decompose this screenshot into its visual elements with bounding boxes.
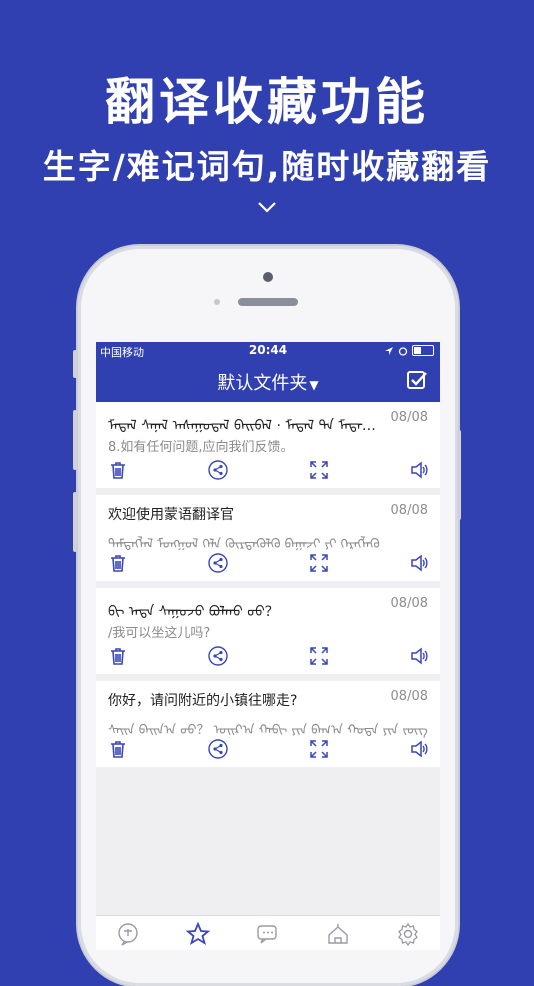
yurt-tab-icon[interactable] — [326, 922, 350, 946]
trash-icon[interactable] — [108, 460, 128, 480]
list-item[interactable]: ᠪᠢ ᠡᠨᠳᠡ ᠰᠠᠭᠤᠵᠤ ᠪᠣᠯᠬᠤ ᠤᠤ？ 08/08 /我可以坐这儿吗? — [96, 588, 440, 674]
favorites-list: ᠮᠡᠳᠡᠯ ᠰᠠᠨᠠᠯ ᠠᠰᠠᠭᠤᠳᠠᠯ ᠪᠠᠢᠪᠠᠯ · ᠮᠡᠳᠡᠯ ᠲᠡ ᠮ… — [96, 402, 440, 774]
favorites-tab-icon[interactable] — [186, 922, 210, 946]
item-secondary-text: ᠰᠠᠢᠨ ᠪᠠᠢᠨ᠎ᠠ ᠤᠤ？ ᠣᠢᠷ᠎ᠠ ᠬᠠᠪᠢ ᠶᠢᠨ ᠪᠠᠭ᠎ᠠ ᠬᠣᠲ… — [108, 723, 428, 738]
chevron-down-icon — [258, 202, 276, 213]
location-icon — [385, 346, 393, 355]
sensor-dot — [214, 299, 220, 305]
chat-tab-icon[interactable] — [256, 922, 280, 946]
app-screen: 中国移动 20:44 默认文件夹 ▼ ᠮᠡᠳᠡᠯ ᠰᠠᠨᠠᠯ ᠠᠰᠠᠭᠤᠳᠠᠯ ᠪ… — [96, 342, 440, 950]
promo-subtitle: 生字/难记词句,随时收藏翻看 — [42, 147, 492, 186]
speaker-grille — [238, 298, 298, 306]
trash-icon[interactable] — [108, 553, 128, 573]
item-primary-text: ᠪᠢ ᠡᠨᠳᠡ ᠰᠠᠭᠤᠵᠤ ᠪᠣᠯᠬᠤ ᠤᠤ？ — [108, 604, 279, 620]
speaker-icon[interactable] — [409, 739, 429, 759]
camera-icon — [263, 272, 273, 282]
speaker-icon[interactable] — [409, 460, 429, 480]
item-date: 08/08 — [390, 596, 428, 611]
speaker-icon[interactable] — [409, 646, 429, 666]
phone-side-button — [73, 492, 77, 552]
expand-icon[interactable] — [309, 646, 329, 666]
item-primary-text: ᠮᠡᠳᠡᠯ ᠰᠠᠨᠠᠯ ᠠᠰᠠᠭᠤᠳᠠᠯ ᠪᠠᠢᠪᠠᠯ · ᠮᠡᠳᠡᠯ ᠲᠡ ᠮ… — [108, 418, 378, 434]
list-item[interactable]: 欢迎使用蒙语翻译官 08/08 ᠲᠡᠮᠳᠡᠭᠯᠡᠯ ᠮᠣᠩᠭᠣᠯ ᠬᠡᠯᠡ ᠬᠦ… — [96, 495, 440, 581]
trash-icon[interactable] — [108, 739, 128, 759]
phone-side-button — [457, 430, 461, 520]
item-date: 08/08 — [390, 689, 428, 704]
phone-side-button — [73, 350, 77, 378]
trash-icon[interactable] — [108, 646, 128, 666]
item-secondary-text: ᠲᠡᠮᠳᠡᠭᠯᠡᠯ ᠮᠣᠩᠭᠣᠯ ᠬᠡᠯᠡ ᠬᠦᠷᠳᠡᠭᠦᠯᠬᠦ ᠪᠠᠭᠠᠵᠢ … — [108, 537, 380, 552]
checkbox-edit-icon[interactable] — [406, 369, 428, 391]
folder-selector[interactable]: 默认文件夹 ▼ — [96, 369, 440, 395]
share-icon[interactable] — [208, 646, 228, 666]
item-primary-text: 你好，请问附近的小镇往哪走? — [108, 693, 298, 709]
phone-side-button — [73, 410, 77, 470]
tab-bar — [96, 915, 440, 950]
speaker-icon[interactable] — [409, 553, 429, 573]
item-secondary-text: 8.如有任何问题,应向我们反馈。 — [108, 440, 294, 455]
expand-icon[interactable] — [309, 553, 329, 573]
list-item[interactable]: 你好，请问附近的小镇往哪走? 08/08 ᠰᠠᠢᠨ ᠪᠠᠢᠨ᠎ᠠ ᠤᠤ？ ᠣᠢᠷ… — [96, 681, 440, 767]
share-icon[interactable] — [208, 739, 228, 759]
item-primary-text: 欢迎使用蒙语翻译官 — [108, 507, 234, 523]
settings-tab-icon[interactable] — [396, 922, 420, 946]
expand-icon[interactable] — [309, 460, 329, 480]
share-icon[interactable] — [208, 460, 228, 480]
item-secondary-text: /我可以坐这儿吗? — [108, 626, 211, 641]
item-date: 08/08 — [390, 410, 428, 425]
list-item[interactable]: ᠮᠡᠳᠡᠯ ᠰᠠᠨᠠᠯ ᠠᠰᠠᠭᠤᠳᠠᠯ ᠪᠠᠢᠪᠠᠯ · ᠮᠡᠳᠡᠯ ᠲᠡ ᠮ… — [96, 402, 440, 488]
nav-bar: 默认文件夹 ▼ — [96, 359, 440, 402]
folder-title: 默认文件夹 — [217, 373, 308, 394]
item-date: 08/08 — [390, 503, 428, 518]
share-icon[interactable] — [208, 553, 228, 573]
battery-icon — [412, 345, 434, 356]
caret-down-icon: ▼ — [309, 378, 319, 392]
promo-title: 翻译收藏功能 — [105, 73, 429, 131]
expand-icon[interactable] — [309, 739, 329, 759]
status-bar: 中国移动 20:44 — [96, 342, 440, 359]
alarm-icon — [398, 346, 408, 356]
translate-tab-icon[interactable] — [116, 922, 140, 946]
